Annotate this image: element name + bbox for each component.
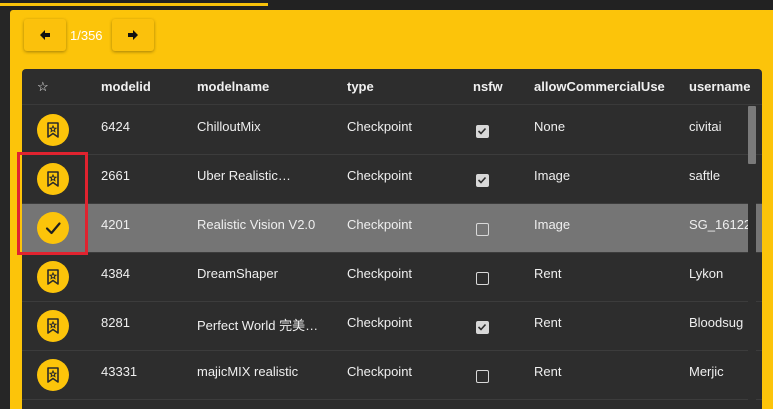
progress-line [0, 3, 268, 6]
bookmark-icon [47, 122, 59, 138]
arrow-right-icon [128, 30, 138, 40]
cell-username: Merjic [689, 364, 724, 379]
table-row[interactable]: 4384 DreamShaper Checkpoint Rent Lykon [22, 253, 762, 302]
next-page-button[interactable] [112, 19, 154, 51]
highlight-box [17, 152, 88, 255]
cell-modelname: DreamShaper [197, 266, 278, 281]
column-header-allowcommercialuse[interactable]: allowCommercialUse [534, 79, 665, 94]
arrow-left-icon [40, 30, 50, 40]
bookmark-icon [47, 318, 59, 334]
cell-username: civitai [689, 119, 722, 134]
cell-allowcommercialuse: Rent [534, 315, 562, 330]
column-header-username[interactable]: username [689, 79, 750, 94]
column-header-type[interactable]: type [347, 79, 374, 94]
favorite-button[interactable] [37, 359, 69, 391]
cell-username: Lykon [689, 266, 724, 281]
cell-modelname: majicMIX realistic [197, 364, 299, 379]
cell-allowcommercialuse: Rent [534, 266, 562, 281]
table-row[interactable]: 8281 Perfect World 完美… Checkpoint Rent Blood… [22, 302, 762, 351]
cell-allowcommercialuse: None [534, 119, 566, 134]
cell-modelid: 6424 [101, 119, 130, 134]
cell-type: Checkpoint [347, 168, 413, 183]
cell-modelid: 4384 [101, 266, 130, 281]
column-header-nsfw[interactable]: nsfw [473, 79, 503, 94]
nsfw-checkbox[interactable] [476, 321, 489, 334]
cell-type: Checkpoint [347, 315, 413, 330]
checkbox-tick-icon [477, 176, 487, 184]
nsfw-checkbox[interactable] [476, 370, 489, 383]
table-row[interactable]: 43331 majicMIX realistic Checkpoint Rent Mer… [22, 351, 762, 400]
cell-allowcommercialuse: Image [534, 217, 571, 232]
cell-type: Checkpoint [347, 364, 413, 379]
cell-modelname: Perfect World 完美… [197, 318, 319, 333]
cell-allowcommercialuse: Rent [534, 364, 562, 379]
column-header-modelid[interactable]: modelid [101, 79, 151, 94]
cell-allowcommercialuse: Image [534, 168, 571, 183]
favorite-button[interactable] [37, 114, 69, 146]
cell-username: SG_16122 [689, 217, 752, 232]
page-indicator: 1/356 [70, 27, 103, 43]
cell-type: Checkpoint [347, 266, 413, 281]
scrollbar[interactable] [748, 106, 756, 409]
cell-modelname: Uber Realistic… [197, 168, 291, 183]
column-header-modelname[interactable]: modelname [197, 79, 269, 94]
nsfw-checkbox[interactable] [476, 174, 489, 187]
nsfw-checkbox[interactable] [476, 125, 489, 138]
checkbox-tick-icon [477, 323, 487, 331]
nsfw-checkbox[interactable] [476, 272, 489, 285]
cell-username: saftle [689, 168, 721, 183]
cell-modelname: ChilloutMix [197, 119, 261, 134]
bookmark-icon [47, 367, 59, 383]
cell-modelid: 2661 [101, 168, 130, 183]
cell-modelname: Realistic Vision V2.0 [197, 217, 316, 232]
cell-modelid: 8281 [101, 315, 130, 330]
pager: 1/356 [24, 19, 154, 51]
table-row[interactable]: 6424 ChilloutMix Checkpoint None civitai [22, 106, 762, 155]
top-strip [0, 0, 773, 10]
bookmark-icon [47, 269, 59, 285]
models-table: ☆ modelid modelname type nsfw allowComme… [22, 69, 762, 409]
prev-page-button[interactable] [24, 19, 66, 51]
cell-username: Bloodsug [689, 315, 744, 330]
table-header: ☆ modelid modelname type nsfw allowComme… [22, 69, 762, 105]
scrollbar-thumb[interactable] [748, 106, 756, 164]
cell-type: Checkpoint [347, 119, 413, 134]
cell-modelid: 4201 [101, 217, 130, 232]
cell-type: Checkpoint [347, 217, 413, 232]
cell-modelid: 43331 [101, 364, 138, 379]
favorite-button[interactable] [37, 310, 69, 342]
checkbox-tick-icon [477, 127, 487, 135]
column-header-favorite[interactable]: ☆ [37, 79, 49, 95]
nsfw-checkbox[interactable] [476, 223, 489, 236]
table-row[interactable]: 2661 Uber Realistic… Checkpoint Image saftle [22, 155, 762, 204]
favorite-button[interactable] [37, 261, 69, 293]
table-row[interactable]: 4201 Realistic Vision V2.0 Checkpoint Image… [22, 204, 762, 253]
